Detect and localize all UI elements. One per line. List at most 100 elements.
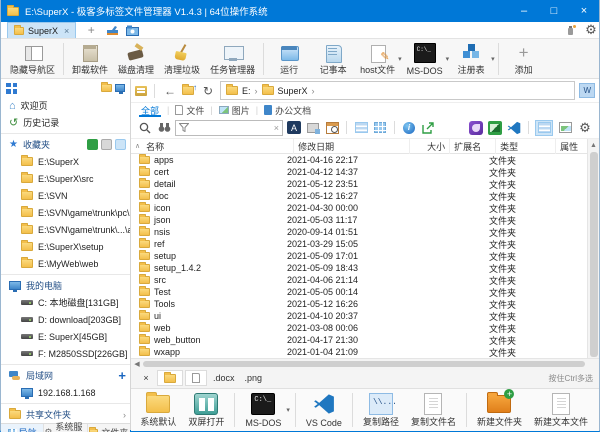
user-computer-icon[interactable] — [115, 84, 125, 92]
file-name-cell[interactable]: nsis — [131, 226, 283, 238]
run-button[interactable]: 运行 — [267, 41, 311, 77]
open-default-button[interactable]: 系统默认 — [135, 391, 181, 429]
back-button[interactable]: ← — [162, 84, 178, 98]
msdos-button[interactable]: MS-DOS — [402, 41, 448, 77]
quick-tab-extension[interactable]: .docx — [209, 370, 239, 386]
column-header-name[interactable]: 名称 — [142, 139, 294, 154]
list-view-button[interactable] — [353, 120, 369, 136]
favorite-folder-item[interactable]: E:\SuperX\setup — [1, 238, 130, 255]
scrollbar-thumb[interactable] — [590, 152, 598, 357]
font-highlight-button[interactable]: A — [286, 120, 302, 136]
capture-icon[interactable] — [124, 24, 140, 37]
scrollbar-thumb[interactable] — [143, 361, 585, 367]
file-name-cell[interactable]: cert — [131, 166, 283, 178]
filter-tab-pictures[interactable]: 图片 — [219, 103, 250, 117]
close-quickbar-button[interactable]: × — [137, 370, 155, 386]
host-file-button[interactable]: host文件 — [355, 41, 400, 77]
sort-ascending-icon[interactable]: ∧ — [135, 142, 140, 150]
info-button[interactable]: i — [401, 120, 417, 136]
hide-nav-button[interactable]: 隐藏导航区 — [5, 41, 60, 77]
table-row[interactable]: detail 2021-05-12 23:51 文件夹 — [131, 178, 587, 190]
drive-item[interactable]: F: M2850SSD[226GB] — [1, 345, 130, 362]
column-header-date[interactable]: 修改日期 — [294, 139, 410, 154]
vscode-app-icon[interactable] — [506, 120, 522, 136]
breadcrumb-folder[interactable]: SuperX — [278, 86, 308, 96]
tab-close-icon[interactable]: × — [64, 26, 69, 36]
favorite-folder-item[interactable]: E:\SVN\game\trunk\...\application — [1, 221, 130, 238]
favorite-pin-icon[interactable] — [115, 139, 126, 150]
chevron-right-icon[interactable]: › — [123, 410, 126, 420]
table-row[interactable]: icon 2021-04-30 00:00 文件夹 — [131, 202, 587, 214]
drive-item[interactable]: D: download[203GB] — [1, 311, 130, 328]
table-row[interactable]: Tools 2021-05-12 16:26 文件夹 — [131, 298, 587, 310]
image-editor-app-icon[interactable] — [468, 120, 484, 136]
add-button[interactable]: 添加 — [502, 41, 546, 77]
chevron-right-icon[interactable]: › — [255, 86, 258, 96]
file-name-cell[interactable]: setup — [131, 250, 283, 262]
hand-icon[interactable] — [104, 24, 120, 37]
drive-item[interactable]: C: 本地磁盘[131GB] — [1, 294, 130, 311]
filter-tab-files[interactable]: 文件 — [175, 103, 204, 117]
table-row[interactable]: doc 2021-05-12 16:27 文件夹 — [131, 190, 587, 202]
drive-item[interactable]: E: SuperX[45GB] — [1, 328, 130, 345]
file-name-cell[interactable]: ui — [131, 310, 283, 322]
column-header-size[interactable]: 大小 — [410, 139, 450, 154]
table-row[interactable]: web 2021-03-08 00:06 文件夹 — [131, 322, 587, 334]
breadcrumb-drive[interactable]: E: — [242, 86, 251, 96]
panel-toggle-icon[interactable] — [135, 86, 147, 96]
quick-tab-folder[interactable] — [157, 370, 183, 386]
my-computer-header[interactable]: 我的电脑 — [1, 277, 130, 294]
file-name-cell[interactable]: setup_1.4.2 — [131, 262, 283, 274]
breadcrumb[interactable]: E: › SuperX › — [220, 81, 575, 100]
details-view-toggle[interactable] — [535, 120, 553, 136]
sidebar-item-history[interactable]: ↺ 历史记录 — [1, 114, 130, 131]
table-row[interactable]: Test 2021-05-05 00:14 文件夹 — [131, 286, 587, 298]
column-header-ext[interactable]: 扩展名 — [450, 139, 496, 154]
table-row[interactable]: json 2021-05-03 11:17 文件夹 — [131, 214, 587, 226]
column-header-attr[interactable]: 属性 — [556, 139, 587, 154]
grid-view-button[interactable] — [372, 120, 388, 136]
maximize-button[interactable]: □ — [539, 0, 569, 22]
file-name-cell[interactable]: Tools — [131, 298, 283, 310]
sidebar-tab-folders[interactable]: 文件夹 — [88, 424, 130, 432]
filter-tab-all[interactable]: 全部 — [139, 103, 161, 117]
lan-header[interactable]: 局域网 + — [1, 367, 130, 384]
filter-tab-office-docs[interactable]: 办公文档 — [264, 103, 311, 117]
table-row[interactable]: setup_1.4.2 2021-05-09 18:43 文件夹 — [131, 262, 587, 274]
copy-filename-button[interactable]: 复制文件名 — [406, 391, 461, 429]
cleanup-spray-icon[interactable] — [563, 24, 579, 37]
msdos-button[interactable]: MS-DOS — [240, 391, 286, 429]
favorite-add-icon[interactable] — [87, 139, 98, 150]
file-name-cell[interactable]: web_button — [131, 334, 283, 346]
search-icon[interactable] — [137, 120, 153, 136]
file-name-cell[interactable]: icon — [131, 202, 283, 214]
file-name-cell[interactable]: Test — [131, 286, 283, 298]
vertical-scrollbar[interactable]: ▲ — [587, 139, 599, 358]
file-name-cell[interactable]: doc — [131, 190, 283, 202]
horizontal-scrollbar[interactable]: ◀ — [131, 358, 599, 368]
notepad-button[interactable]: 记事本 — [311, 41, 355, 77]
new-text-file-button[interactable]: 新建文本文件 — [529, 391, 593, 429]
table-row[interactable]: ui 2021-04-10 20:37 文件夹 — [131, 310, 587, 322]
registry-button[interactable]: 注册表 — [449, 41, 493, 77]
favorite-folder-item[interactable]: E:\MyWeb\web — [1, 255, 130, 272]
settings-gear-icon[interactable]: ⚙ — [583, 24, 599, 37]
lan-host-item[interactable]: 192.168.1.168 — [1, 384, 130, 401]
file-name-cell[interactable]: detail — [131, 178, 283, 190]
favorite-folder-item[interactable]: E:\SVN\game\trunk\pc\SuperX — [1, 204, 130, 221]
chevron-down-icon[interactable]: ▾ — [286, 406, 290, 414]
chevron-right-icon[interactable]: › — [312, 86, 315, 96]
close-button[interactable]: × — [569, 0, 599, 22]
picture-viewer-app-icon[interactable] — [487, 120, 503, 136]
scroll-left-icon[interactable]: ◀ — [131, 360, 143, 368]
task-manager-button[interactable]: 任务管理器 — [205, 41, 260, 77]
sidebar-item-welcome[interactable]: ⌂ 欢迎页 — [1, 97, 130, 114]
table-row[interactable]: web_button 2021-04-17 21:30 文件夹 — [131, 334, 587, 346]
table-row[interactable]: nsis 2020-09-14 01:51 文件夹 — [131, 226, 587, 238]
dual-pane-button[interactable]: 双屏打开 — [183, 391, 229, 429]
settings-button[interactable]: ⚙ — [577, 120, 593, 136]
tab-superx[interactable]: SuperX × — [7, 22, 76, 38]
favorite-edit-icon[interactable] — [101, 139, 112, 150]
table-row[interactable]: cert 2021-04-12 14:37 文件夹 — [131, 166, 587, 178]
quick-tab-document[interactable] — [185, 370, 207, 386]
